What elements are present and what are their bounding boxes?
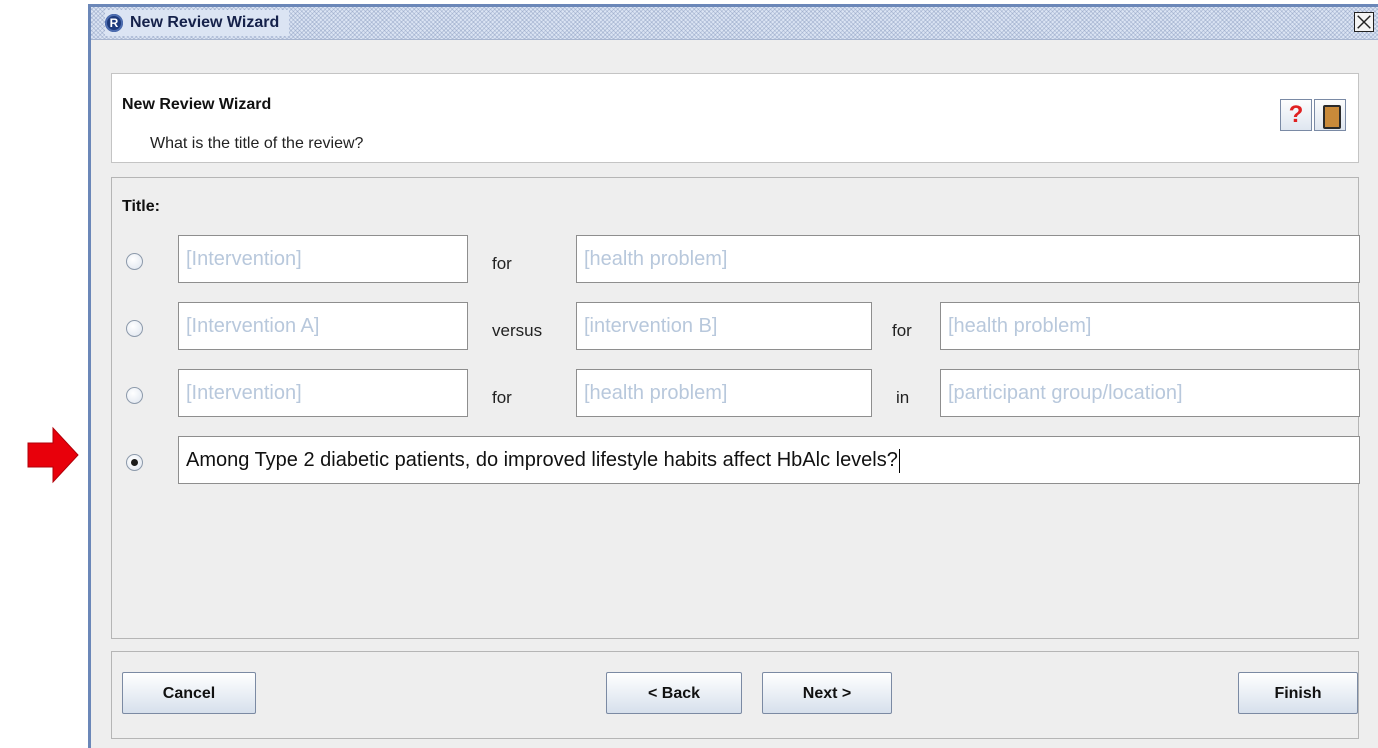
- connector-for: for: [892, 321, 912, 340]
- title-panel: Title: [Intervention] for [health proble…: [111, 177, 1360, 639]
- health-problem-field[interactable]: [health problem]: [576, 235, 1360, 283]
- book-button[interactable]: [1314, 99, 1346, 131]
- back-button[interactable]: < Back: [606, 672, 742, 714]
- custom-title-input[interactable]: Among Type 2 diabetic patients, do impro…: [178, 436, 1360, 484]
- header-title: New Review Wizard: [122, 96, 272, 113]
- connector-in: in: [896, 388, 910, 407]
- header-subtitle: What is the title of the review?: [150, 135, 364, 152]
- app-icon: R: [105, 14, 123, 32]
- title-option-custom-radio[interactable]: [126, 454, 143, 471]
- pointer-arrow-icon: [27, 426, 79, 484]
- intervention-field[interactable]: [Intervention]: [178, 235, 468, 283]
- help-icon: ?: [1288, 101, 1304, 128]
- title-label: Title:: [122, 198, 160, 215]
- window-title: New Review Wizard: [130, 14, 280, 31]
- intervention-a-field[interactable]: [Intervention A]: [178, 302, 468, 350]
- connector-for: for: [492, 254, 512, 273]
- next-button[interactable]: Next >: [762, 672, 892, 714]
- help-button[interactable]: ?: [1280, 99, 1312, 131]
- button-panel: Cancel < Back Next > Finish: [111, 651, 1359, 739]
- book-icon: [1323, 105, 1341, 129]
- title-option-3-radio[interactable]: [126, 387, 143, 404]
- connector-versus: versus: [492, 321, 543, 340]
- cancel-button[interactable]: Cancel: [122, 672, 256, 714]
- text-caret: [898, 448, 900, 473]
- finish-button[interactable]: Finish: [1238, 672, 1358, 714]
- intervention-field[interactable]: [Intervention]: [178, 369, 468, 417]
- title-bar[interactable]: R New Review Wizard: [91, 7, 1378, 40]
- health-problem-field[interactable]: [health problem]: [940, 302, 1360, 350]
- health-problem-field[interactable]: [health problem]: [576, 369, 872, 417]
- intervention-b-field[interactable]: [intervention B]: [576, 302, 872, 350]
- wizard-window: R New Review Wizard New Review Wizard Wh…: [88, 4, 1378, 748]
- custom-title-text: Among Type 2 diabetic patients, do impro…: [186, 449, 898, 471]
- close-icon[interactable]: [1354, 12, 1374, 32]
- title-option-2-radio[interactable]: [126, 320, 143, 337]
- connector-for: for: [492, 388, 512, 407]
- participant-group-field[interactable]: [participant group/location]: [940, 369, 1360, 417]
- header-panel: New Review Wizard What is the title of t…: [111, 73, 1359, 163]
- title-option-1-radio[interactable]: [126, 253, 143, 270]
